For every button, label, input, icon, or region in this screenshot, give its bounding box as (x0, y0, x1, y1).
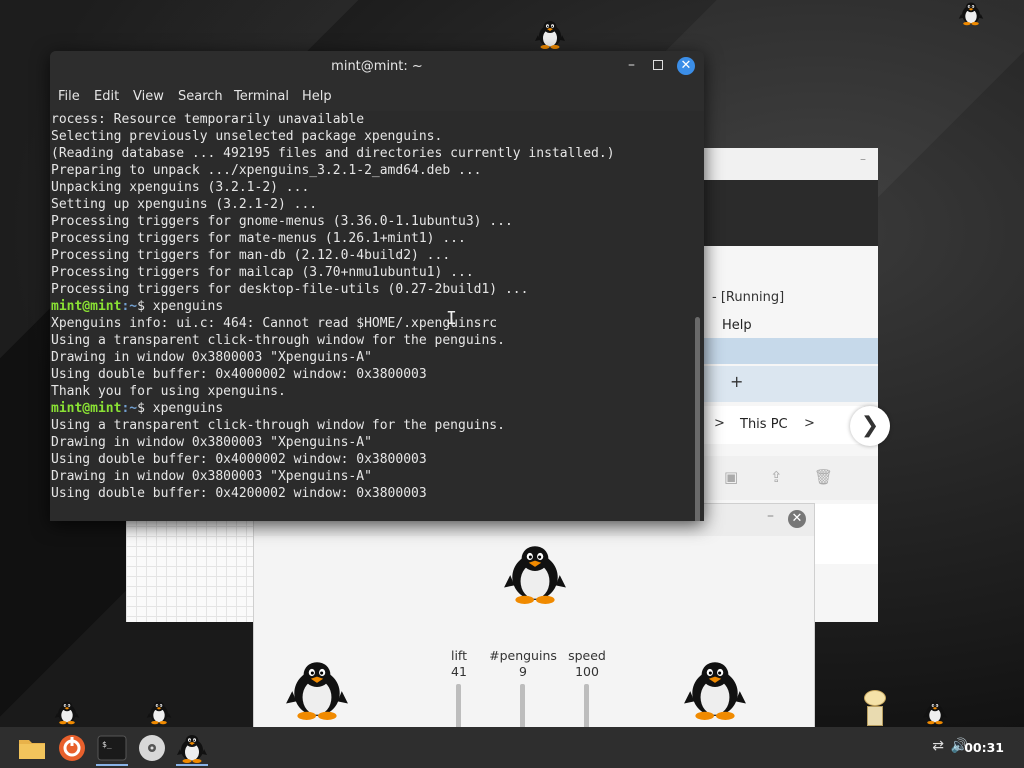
lift-slider[interactable] (456, 684, 461, 730)
penguins-slider[interactable] (520, 684, 525, 730)
minimize-icon[interactable]: – (767, 508, 774, 524)
share-icon[interactable]: ⇪ (770, 468, 783, 486)
terminal-title: mint@mint: ~ (331, 59, 423, 74)
breadcrumb-chevron: > (714, 416, 725, 431)
xpenguins-control-window: – ✕ lift 41 #penguins 9 speed 100 (253, 503, 815, 730)
slider-value-penguins: 9 (519, 664, 527, 679)
terminal-output: rocess: Resource temporarily unavailable… (51, 111, 615, 502)
penguin-image (502, 540, 568, 606)
menu-edit[interactable]: Edit (94, 89, 119, 104)
disc-icon[interactable] (136, 732, 168, 764)
terminal-line: Thank you for using xpenguins. (51, 384, 286, 399)
terminal-line: Processing triggers for man-db (2.12.0-4… (51, 248, 451, 263)
penguin-sprite (54, 698, 80, 726)
close-icon[interactable]: ✕ (677, 57, 695, 75)
terminal-line: Processing triggers for mate-menus (1.26… (51, 231, 466, 246)
terminal-line: Drawing in window 0x3800003 "Xpenguins-A… (51, 350, 372, 365)
penguin-sprite (146, 698, 172, 726)
penguin-image (284, 656, 350, 722)
terminal-line: Using a transparent click-through window… (51, 333, 505, 348)
menu-terminal[interactable]: Terminal (234, 89, 289, 104)
terminal-prompt-line: mint@mint:~$ xpenguins (51, 400, 615, 417)
penguin-icon[interactable] (176, 732, 208, 766)
terminal-icon[interactable]: $_ (96, 732, 128, 766)
software-manager-icon[interactable] (56, 732, 88, 764)
prompt-command: $ xpenguins (137, 299, 224, 314)
menu-help[interactable]: Help (302, 89, 332, 104)
terminal-line: Selecting previously unselected package … (51, 129, 443, 144)
terminal-menubar: File Edit View Search Terminal Help (50, 83, 704, 111)
minimize-icon[interactable]: – (860, 152, 866, 166)
terminal-line: Processing triggers for mailcap (3.70+nm… (51, 265, 474, 280)
terminal-line: Drawing in window 0x3800003 "Xpenguins-A… (51, 435, 372, 450)
new-tab-button[interactable]: + (730, 372, 743, 391)
vm-title: - [Running] (712, 290, 785, 305)
terminal-line: Drawing in window 0x3800003 "Xpenguins-A… (51, 469, 372, 484)
terminal-line: Processing triggers for desktop-file-uti… (51, 282, 529, 297)
close-icon[interactable]: ✕ (788, 510, 806, 528)
terminal-window: mint@mint: ~ – ✕ File Edit View Search T… (50, 51, 704, 521)
terminal-line: Setting up xpenguins (3.2.1-2) ... (51, 197, 318, 212)
menu-search[interactable]: Search (178, 89, 223, 104)
breadcrumb-this-pc[interactable]: This PC (740, 417, 788, 432)
terminal-titlebar[interactable]: mint@mint: ~ – ✕ (50, 51, 704, 83)
prompt-command: $ xpenguins (137, 401, 224, 416)
terminal-line: Using double buffer: 0x4000002 window: 0… (51, 367, 427, 382)
terminal-line: Xpenguins info: ui.c: 464: Cannot read $… (51, 316, 498, 331)
vm-tab-strip: + (704, 366, 878, 402)
vm-blue-bar (704, 338, 878, 364)
terminal-line: Using double buffer: 0x4200002 window: 0… (51, 486, 427, 501)
terminal-line: Preparing to unpack .../xpenguins_3.2.1-… (51, 163, 482, 178)
vm-menu-help[interactable]: Help (722, 318, 752, 333)
maximize-icon[interactable] (653, 60, 663, 70)
slider-label-lift: lift (450, 648, 468, 663)
trash-icon[interactable]: 🗑 (814, 468, 833, 486)
copy-icon[interactable]: ▣ (724, 468, 738, 486)
terminal-screen[interactable]: rocess: Resource temporarily unavailable… (50, 111, 704, 521)
vm-toolbar: ▣ ⇪ 🗑 (704, 456, 878, 500)
terminal-line: Unpacking xpenguins (3.2.1-2) ... (51, 180, 310, 195)
penguin-image (682, 656, 748, 722)
minimize-icon[interactable]: – (628, 57, 635, 73)
address-bar[interactable]: > This PC > (704, 406, 864, 444)
slider-label-penguins: #penguins (489, 648, 557, 663)
yellow-character-sprite (864, 690, 886, 726)
prompt-path: :~ (121, 401, 138, 416)
slider-value-speed: 100 (575, 664, 599, 679)
menu-file[interactable]: File (58, 89, 80, 104)
terminal-line: Using double buffer: 0x4000002 window: 0… (51, 452, 427, 467)
taskbar: $_ ⇄ 🔊 00:31 (0, 727, 1024, 768)
terminal-line: (Reading database ... 492195 files and d… (51, 146, 615, 161)
penguin-sprite (922, 698, 948, 726)
breadcrumb-chevron: > (804, 416, 815, 431)
penguin-sprite (958, 0, 984, 26)
text-cursor-icon: I (446, 308, 457, 329)
svg-text:$_: $_ (102, 740, 112, 749)
menu-view[interactable]: View (133, 89, 164, 104)
penguin-sprite (534, 18, 566, 50)
prompt-user: mint@mint (51, 401, 122, 416)
slider-label-speed: speed (568, 648, 606, 663)
terminal-line: Processing triggers for gnome-menus (3.3… (51, 214, 513, 229)
next-button[interactable]: ❯ (850, 406, 890, 446)
terminal-line: rocess: Resource temporarily unavailable (51, 112, 365, 127)
terminal-scrollbar[interactable] (695, 317, 700, 521)
speed-slider[interactable] (584, 684, 589, 730)
network-icon[interactable]: ⇄ (932, 738, 944, 754)
clock[interactable]: 00:31 (964, 740, 1004, 755)
terminal-prompt-line: mint@mint:~$ xpenguins (51, 298, 615, 315)
prompt-path: :~ (121, 299, 138, 314)
slider-value-lift: 41 (451, 664, 467, 679)
folder-icon[interactable] (16, 732, 48, 764)
terminal-line: Using a transparent click-through window… (51, 418, 505, 433)
prompt-user: mint@mint (51, 299, 122, 314)
